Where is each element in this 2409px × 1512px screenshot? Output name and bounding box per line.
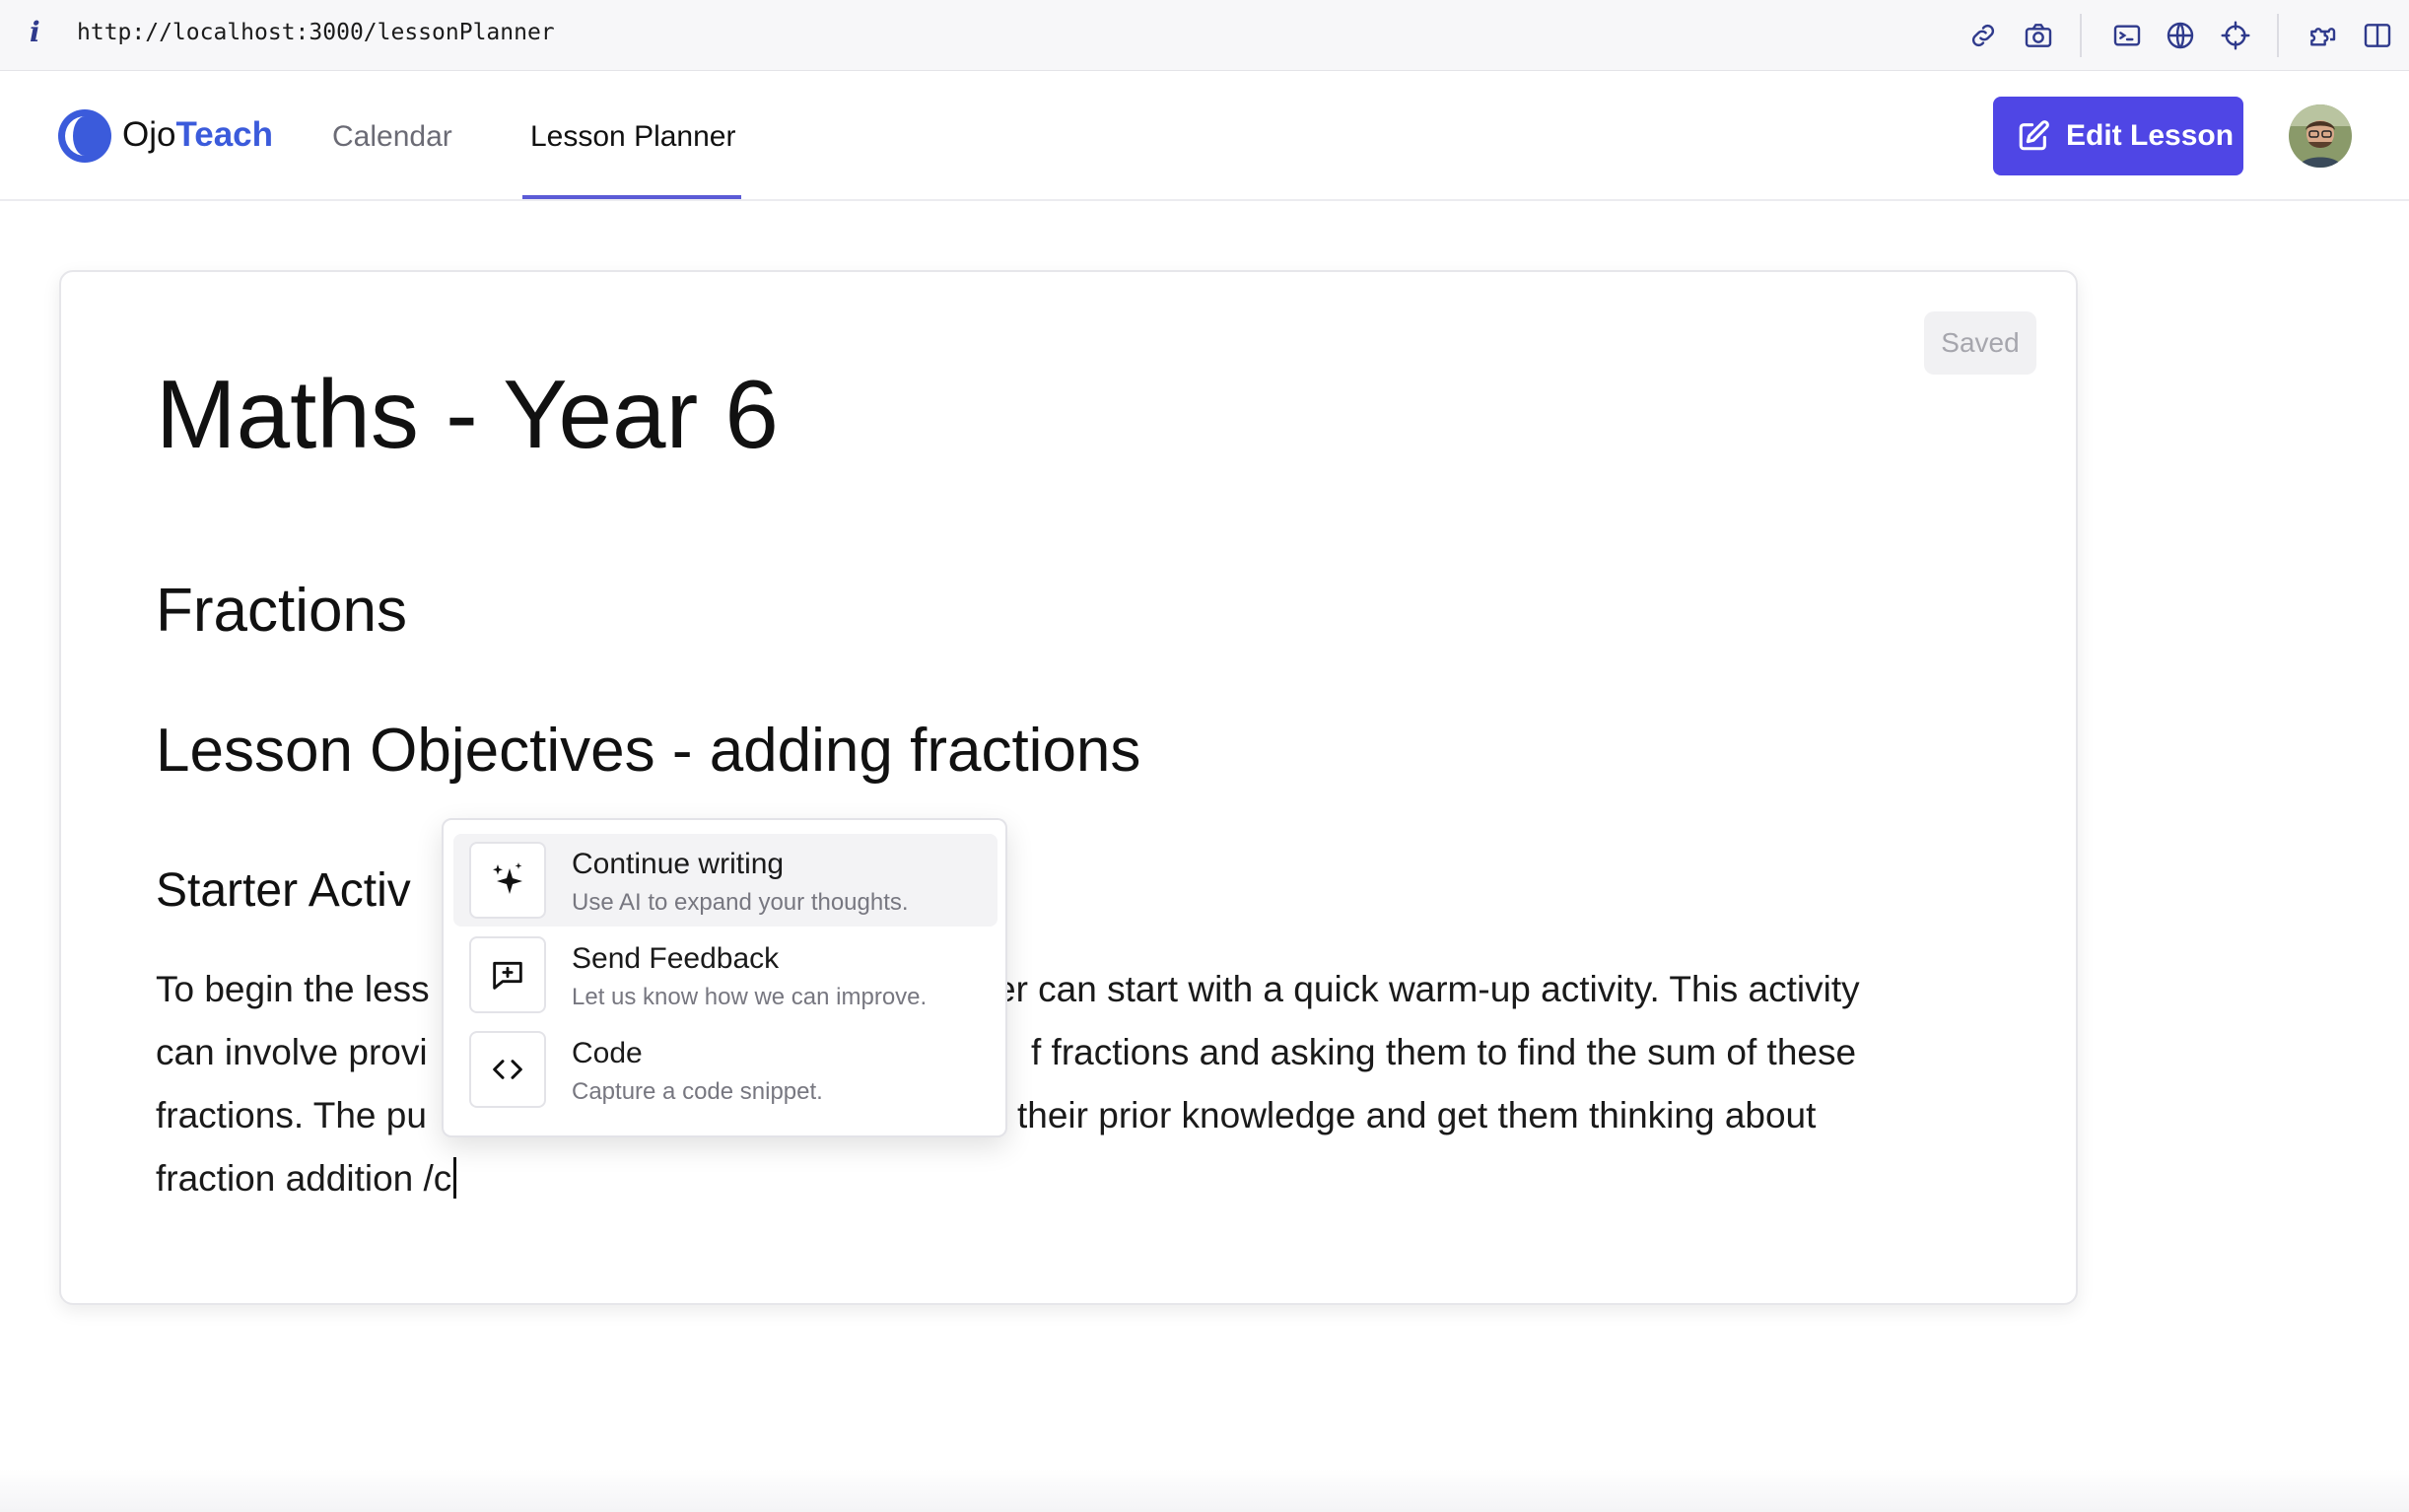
paragraph-line: To begin the less xyxy=(156,969,430,1009)
logo-text-ojo: Ojo xyxy=(122,115,176,154)
url-field[interactable]: http://localhost:3000/lessonPlanner xyxy=(77,20,555,45)
logo-wordmark[interactable]: OjoTeach xyxy=(122,114,273,156)
paragraph-line: fraction addition /c xyxy=(156,1158,452,1199)
menu-item-title: Continue writing xyxy=(572,848,785,880)
menu-item-title: Send Feedback xyxy=(572,942,780,975)
message-plus-icon xyxy=(469,936,546,1013)
link-icon[interactable] xyxy=(1963,16,2003,55)
lesson-title[interactable]: Maths - Year 6 xyxy=(156,359,779,470)
paragraph-line: can involve provi xyxy=(156,1032,428,1072)
paragraph-line: fractions. The pu xyxy=(156,1095,427,1135)
camera-icon[interactable] xyxy=(2019,16,2058,55)
logo-text-teach: Teach xyxy=(175,115,274,154)
app-header: OjoTeach Calendar Lesson Planner Edit Le… xyxy=(0,71,2409,201)
menu-item-title: Code xyxy=(572,1037,643,1069)
menu-item-continue-writing[interactable]: Continue writing Use AI to expand your t… xyxy=(453,834,998,927)
objectives-heading[interactable]: Lesson Objectives - adding fractions xyxy=(156,716,1140,786)
terminal-icon[interactable] xyxy=(2107,16,2147,55)
user-avatar[interactable] xyxy=(2289,104,2352,168)
toolbar-divider xyxy=(2080,14,2082,57)
menu-item-description: Capture a code snippet. xyxy=(572,1078,823,1105)
paragraph-line: er can start with a quick warm-up activi… xyxy=(996,969,1860,1009)
page-bottom-edge xyxy=(0,1469,2409,1512)
active-nav-indicator xyxy=(522,195,741,199)
toolbar-divider xyxy=(2277,14,2279,57)
sidebar-icon[interactable] xyxy=(2358,16,2397,55)
slash-command-menu: Continue writing Use AI to expand your t… xyxy=(442,818,1007,1137)
nav-calendar[interactable]: Calendar xyxy=(332,120,452,154)
paragraph-line: their prior knowledge and get them think… xyxy=(1017,1095,1817,1135)
menu-item-description: Use AI to expand your thoughts. xyxy=(572,889,909,916)
code-icon xyxy=(469,1031,546,1108)
text-caret xyxy=(453,1157,457,1199)
info-icon[interactable]: i xyxy=(30,16,40,48)
sparkles-icon xyxy=(469,842,546,919)
saved-status-badge: Saved xyxy=(1924,311,2036,375)
edit-lesson-button[interactable]: Edit Lesson xyxy=(1993,97,2243,175)
topic-heading[interactable]: Fractions xyxy=(156,576,407,646)
menu-item-description: Let us know how we can improve. xyxy=(572,984,928,1010)
paragraph-line: f fractions and asking them to find the … xyxy=(1031,1032,1857,1072)
menu-item-code[interactable]: Code Capture a code snippet. xyxy=(453,1023,998,1116)
nav-lesson-planner[interactable]: Lesson Planner xyxy=(530,120,735,154)
starter-activity-heading[interactable]: Starter Activ xyxy=(156,863,411,918)
globe-icon[interactable] xyxy=(2161,16,2200,55)
logo-icon[interactable] xyxy=(57,108,112,164)
browser-address-bar: i http://localhost:3000/lessonPlanner xyxy=(0,0,2409,71)
extensions-icon[interactable] xyxy=(2303,16,2342,55)
crosshair-icon[interactable] xyxy=(2216,16,2255,55)
edit-lesson-label: Edit Lesson xyxy=(2066,119,2235,152)
edit-icon xyxy=(2019,120,2049,151)
menu-item-send-feedback[interactable]: Send Feedback Let us know how we can imp… xyxy=(453,928,998,1021)
